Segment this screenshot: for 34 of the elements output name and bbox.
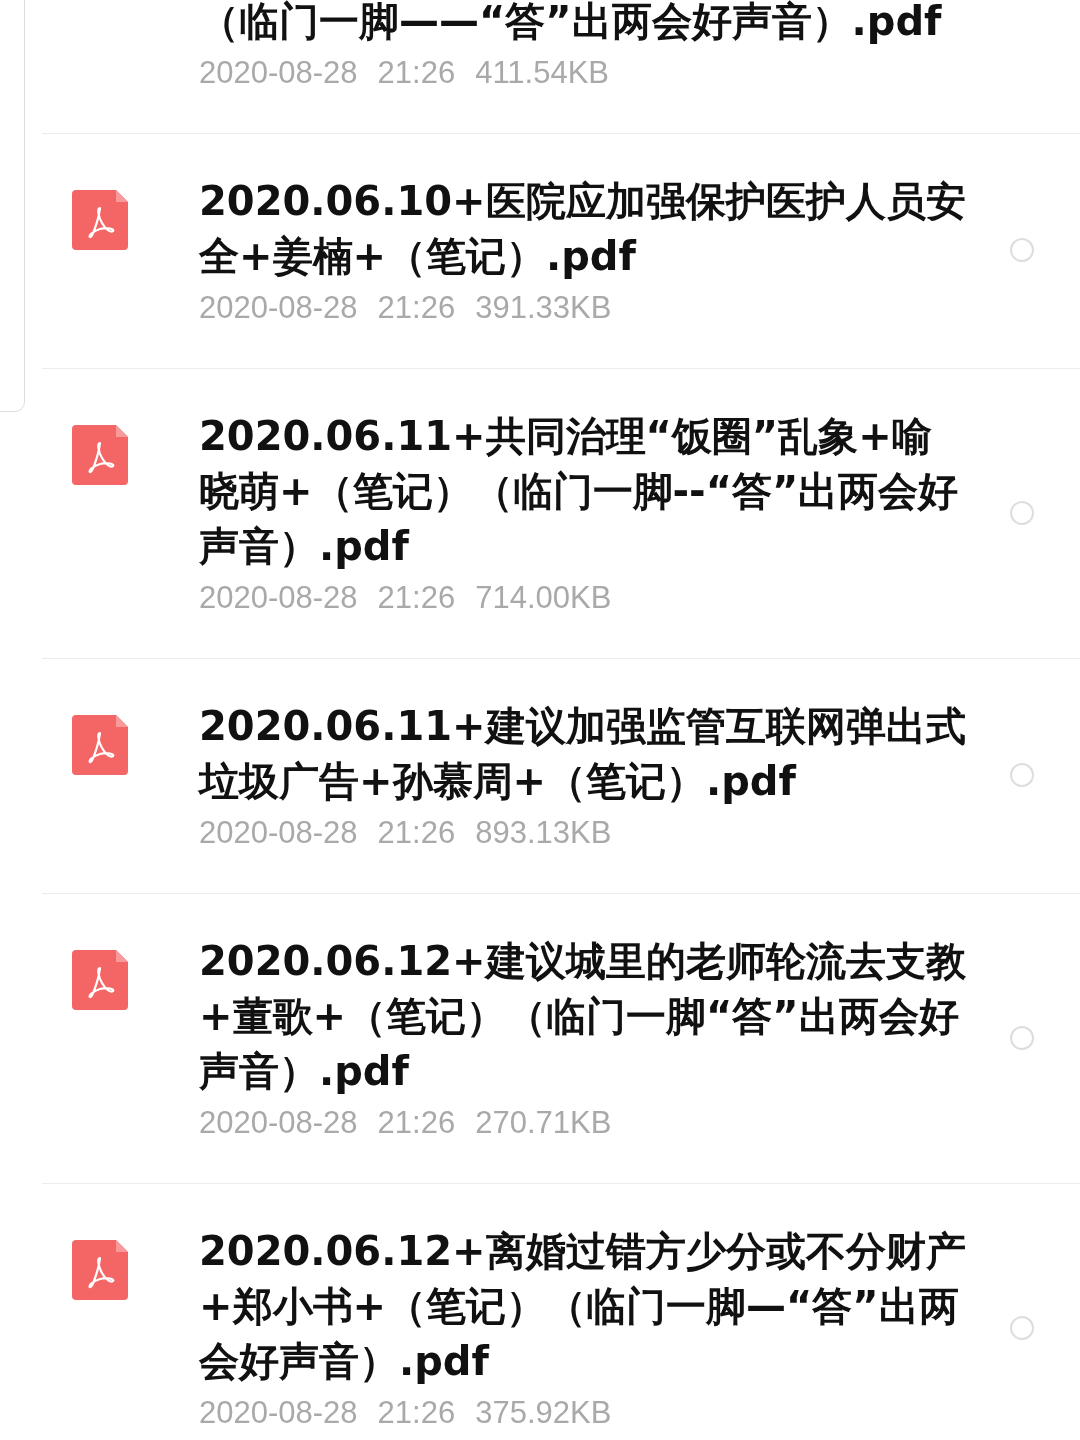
file-time: 21:26 <box>377 1394 456 1432</box>
file-name: 2020.06.10+医院应加强保护医护人员安全+姜楠+（笔记）.pdf <box>199 177 967 281</box>
file-date: 2020-08-28 <box>199 814 358 852</box>
file-name: 2020.06.11+建议加强监管互联网弹出式垃圾广告+孙慕周+（笔记）.pdf <box>199 702 967 806</box>
file-name: 2020.06.12+离婚过错方少分或不分财产+郑小书+（笔记）（临门一脚—“答”出两会好声音）.pdf <box>199 1227 967 1386</box>
file-name: （临门一脚——“答”出两会好声音）.pdf <box>199 0 943 46</box>
file-name: 2020.06.12+建议城里的老师轮流去支教+董歌+（笔记）（临门一脚“答”出两会好声音）.pdf <box>199 937 967 1096</box>
file-time: 21:26 <box>377 1104 456 1142</box>
file-date: 2020-08-28 <box>199 289 358 327</box>
file-size: 270.71KB <box>475 1104 612 1142</box>
file-size: 391.33KB <box>475 289 612 327</box>
file-date: 2020-08-28 <box>199 579 358 617</box>
select-radio[interactable] <box>1010 500 1034 525</box>
select-radio[interactable] <box>1010 1315 1034 1340</box>
file-size: 714.00KB <box>475 579 612 617</box>
file-date: 2020-08-28 <box>199 54 358 92</box>
select-radio[interactable] <box>1010 763 1034 787</box>
file-time: 21:26 <box>377 814 456 852</box>
pdf-file-icon <box>72 1240 128 1300</box>
file-time: 21:26 <box>377 579 456 617</box>
file-date: 2020-08-28 <box>199 1394 358 1432</box>
file-size: 375.92KB <box>475 1394 612 1432</box>
pdf-file-icon <box>72 425 128 485</box>
file-time: 21:26 <box>377 289 456 327</box>
file-name: 2020.06.11+共同治理“饭圈”乱象+喻晓萌+（笔记）（临门一脚--“答”出两会好声音）.pdf <box>199 412 960 571</box>
select-radio[interactable] <box>1010 1025 1034 1050</box>
pdf-file-icon <box>72 950 128 1010</box>
file-size: 411.54KB <box>475 54 610 92</box>
file-size: 893.13KB <box>475 814 612 852</box>
pdf-file-icon <box>72 715 128 775</box>
pdf-file-icon <box>72 190 128 250</box>
select-radio[interactable] <box>1010 238 1034 262</box>
file-date: 2020-08-28 <box>199 1104 358 1142</box>
file-time: 21:26 <box>377 54 456 92</box>
